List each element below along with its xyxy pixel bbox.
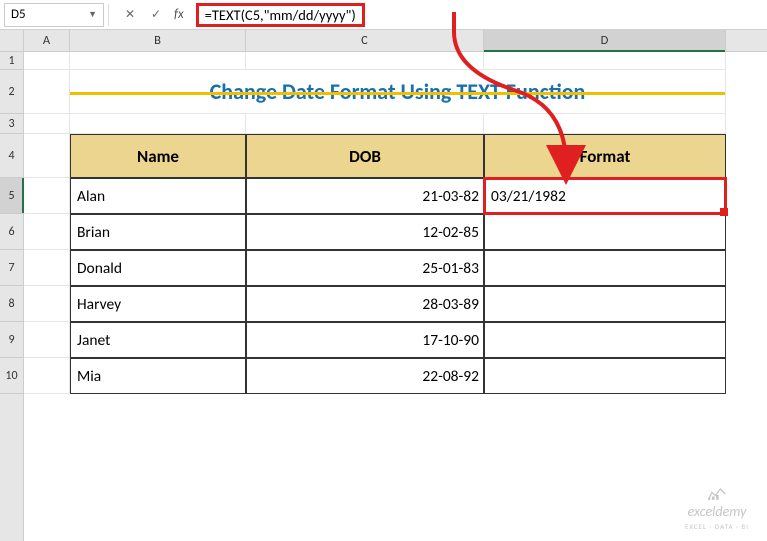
cell-d3[interactable] <box>484 114 726 134</box>
cell-format-1[interactable] <box>484 214 726 250</box>
row-header-9[interactable]: 9 <box>0 322 23 358</box>
row-3 <box>24 114 767 134</box>
row-header-3[interactable]: 3 <box>0 114 23 134</box>
row-1 <box>24 52 767 70</box>
cell-a2[interactable] <box>24 70 70 114</box>
row-header-7[interactable]: 7 <box>0 250 23 286</box>
cell-dob-0[interactable]: 21-03-82 <box>246 178 484 214</box>
formula-bar: D5 ▼ ✕ ✓ fx =TEXT(C5,"mm/dd/yyyy") <box>0 0 767 30</box>
cell-reference: D5 <box>11 7 26 22</box>
row-6: Brian 12-02-85 <box>24 214 767 250</box>
row-header-4[interactable]: 4 <box>0 134 23 178</box>
row-4: Name DOB Format <box>24 134 767 178</box>
formula-input-wrap: =TEXT(C5,"mm/dd/yyyy") <box>196 3 767 27</box>
row-9: Janet 17-10-90 <box>24 322 767 358</box>
cell-name-1[interactable]: Brian <box>70 214 246 250</box>
cell-a6[interactable] <box>24 214 70 250</box>
cell-d1[interactable] <box>484 52 726 70</box>
cell-format-3[interactable] <box>484 286 726 322</box>
row-10: Mia 22-08-92 <box>24 358 767 394</box>
rows: Change Date Format Using TEXT Function N… <box>24 52 767 394</box>
cell-c3[interactable] <box>246 114 484 134</box>
row-header-2[interactable]: 2 <box>0 70 23 114</box>
cell-name-3[interactable]: Harvey <box>70 286 246 322</box>
cell-dob-2[interactable]: 25-01-83 <box>246 250 484 286</box>
cell-format-0[interactable]: 03/21/1982 <box>484 178 726 214</box>
enter-icon[interactable]: ✓ <box>148 7 164 23</box>
cell-b1[interactable] <box>70 52 246 70</box>
cell-a5[interactable] <box>24 178 70 214</box>
cell-name-4[interactable]: Janet <box>70 322 246 358</box>
title-underline <box>70 92 725 95</box>
cell-a7[interactable] <box>24 250 70 286</box>
cell-c1[interactable] <box>246 52 484 70</box>
name-box[interactable]: D5 ▼ <box>4 3 104 27</box>
fx-icon[interactable]: fx <box>174 7 184 22</box>
cell-a8[interactable] <box>24 286 70 322</box>
cell-dob-4[interactable]: 17-10-90 <box>246 322 484 358</box>
header-name[interactable]: Name <box>70 134 246 178</box>
row-header-6[interactable]: 6 <box>0 214 23 250</box>
watermark-title: exceldemy <box>688 503 747 520</box>
cell-format-5[interactable] <box>484 358 726 394</box>
row-headers: 1 2 3 4 5 6 7 8 9 10 <box>0 30 24 541</box>
formula-input[interactable]: =TEXT(C5,"mm/dd/yyyy") <box>196 3 365 27</box>
cell-b3[interactable] <box>70 114 246 134</box>
select-all-corner[interactable] <box>0 30 23 52</box>
spreadsheet: 1 2 3 4 5 6 7 8 9 10 A B C D Change D <box>0 30 767 541</box>
header-dob[interactable]: DOB <box>246 134 484 178</box>
column-headers: A B C D <box>24 30 767 52</box>
cell-a1[interactable] <box>24 52 70 70</box>
cell-name-2[interactable]: Donald <box>70 250 246 286</box>
row-header-1[interactable]: 1 <box>0 52 23 70</box>
header-format[interactable]: Format <box>484 134 726 178</box>
cell-format-4[interactable] <box>484 322 726 358</box>
cell-a9[interactable] <box>24 322 70 358</box>
logo-icon <box>707 487 727 501</box>
formula-text: =TEXT(C5,"mm/dd/yyyy") <box>205 6 356 24</box>
row-header-10[interactable]: 10 <box>0 358 23 394</box>
cell-dob-3[interactable]: 28-03-89 <box>246 286 484 322</box>
cell-name-5[interactable]: Mia <box>70 358 246 394</box>
cell-dob-1[interactable]: 12-02-85 <box>246 214 484 250</box>
col-header-b[interactable]: B <box>70 30 246 51</box>
row-header-8[interactable]: 8 <box>0 286 23 322</box>
chevron-down-icon[interactable]: ▼ <box>88 9 97 20</box>
grid: A B C D Change Date Format Using TEXT Fu… <box>24 30 767 541</box>
col-header-a[interactable]: A <box>24 30 70 51</box>
formula-icons: ✕ ✓ fx <box>116 7 196 23</box>
col-header-c[interactable]: C <box>246 30 484 51</box>
row-5: Alan 21-03-82 03/21/1982 <box>24 178 767 214</box>
cell-dob-5[interactable]: 22-08-92 <box>246 358 484 394</box>
cell-a10[interactable] <box>24 358 70 394</box>
row-8: Harvey 28-03-89 <box>24 286 767 322</box>
cell-name-0[interactable]: Alan <box>70 178 246 214</box>
watermark: exceldemy EXCEL · DATA · BI <box>685 487 749 531</box>
divider <box>108 4 116 26</box>
cell-a3[interactable] <box>24 114 70 134</box>
cell-format-2[interactable] <box>484 250 726 286</box>
watermark-subtitle: EXCEL · DATA · BI <box>685 522 749 531</box>
row-header-5[interactable]: 5 <box>0 178 23 214</box>
col-header-d[interactable]: D <box>484 30 726 51</box>
cancel-icon[interactable]: ✕ <box>122 7 138 23</box>
cell-a4[interactable] <box>24 134 70 178</box>
row-7: Donald 25-01-83 <box>24 250 767 286</box>
